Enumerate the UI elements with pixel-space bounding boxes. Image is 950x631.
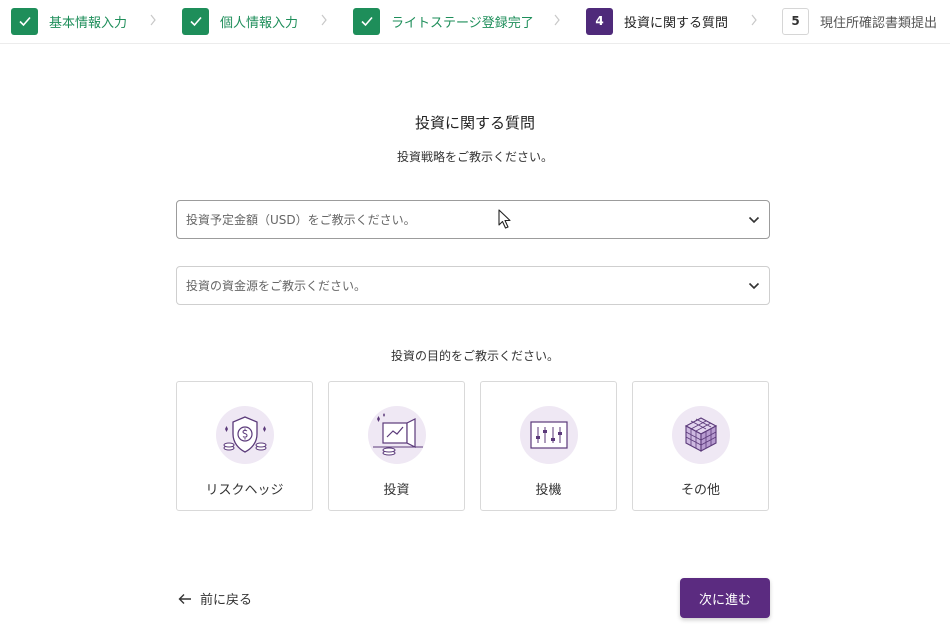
investment-icon	[368, 406, 426, 464]
shield-dollar-icon	[216, 406, 274, 464]
chevron-down-icon	[748, 216, 760, 223]
investment-amount-select[interactable]: 投資予定金額（USD）をご教示ください。	[176, 200, 770, 239]
step-address-documents[interactable]: 5 現住所確認書類提出	[782, 7, 937, 35]
page-subtitle: 投資戦略をご教示ください。	[396, 150, 553, 164]
chevron-right-icon	[751, 14, 757, 26]
back-button-label: 前に戻る	[200, 593, 253, 608]
check-icon	[182, 7, 209, 35]
fund-source-select[interactable]: 投資の資金源をご教示ください。	[176, 266, 770, 305]
cube-icon	[672, 406, 730, 464]
step-number: 5	[782, 7, 809, 35]
chevron-right-icon	[150, 14, 156, 26]
page-title: 投資に関する質問	[414, 114, 535, 132]
purpose-card-speculation[interactable]: 投機	[480, 381, 617, 511]
chevron-down-icon	[748, 282, 760, 289]
step-label: 個人情報入力	[220, 15, 299, 31]
back-button[interactable]: 前に戻る	[178, 589, 252, 608]
purpose-question: 投資の目的をご教示ください。	[390, 349, 559, 363]
progress-stepper: 基本情報入力 個人情報入力 ライトステージ登録完了 4 投資に関する質問 5 現…	[0, 0, 950, 44]
step-light-stage-complete[interactable]: ライトステージ登録完了	[353, 7, 534, 35]
purpose-card-label: 投機	[535, 483, 562, 498]
mouse-cursor-icon	[498, 209, 511, 229]
check-icon	[353, 7, 380, 35]
purpose-card-label: その他	[680, 483, 720, 498]
step-basic-info[interactable]: 基本情報入力	[11, 7, 127, 35]
check-icon	[11, 7, 38, 35]
select-placeholder: 投資予定金額（USD）をご教示ください。	[186, 213, 416, 227]
purpose-card-label: リスクヘッジ	[205, 483, 284, 498]
step-number: 4	[586, 7, 613, 35]
sliders-icon	[520, 406, 578, 464]
arrow-left-icon	[178, 593, 191, 604]
select-placeholder: 投資の資金源をご教示ください。	[186, 279, 367, 293]
purpose-card-investment[interactable]: 投資	[328, 381, 465, 511]
purpose-card-risk-hedge[interactable]: リスクヘッジ	[176, 381, 313, 511]
next-button[interactable]: 次に進む	[680, 578, 770, 618]
step-label: 現住所確認書類提出	[820, 15, 938, 31]
chevron-right-icon	[321, 14, 327, 26]
step-personal-info[interactable]: 個人情報入力	[182, 7, 298, 35]
purpose-card-label: 投資	[383, 483, 410, 498]
step-label: 投資に関する質問	[624, 15, 729, 31]
step-label: 基本情報入力	[49, 15, 128, 31]
chevron-right-icon	[554, 14, 560, 26]
step-investment-questions[interactable]: 4 投資に関する質問	[586, 7, 728, 35]
purpose-card-other[interactable]: その他	[632, 381, 769, 511]
step-label: ライトステージ登録完了	[391, 15, 534, 31]
